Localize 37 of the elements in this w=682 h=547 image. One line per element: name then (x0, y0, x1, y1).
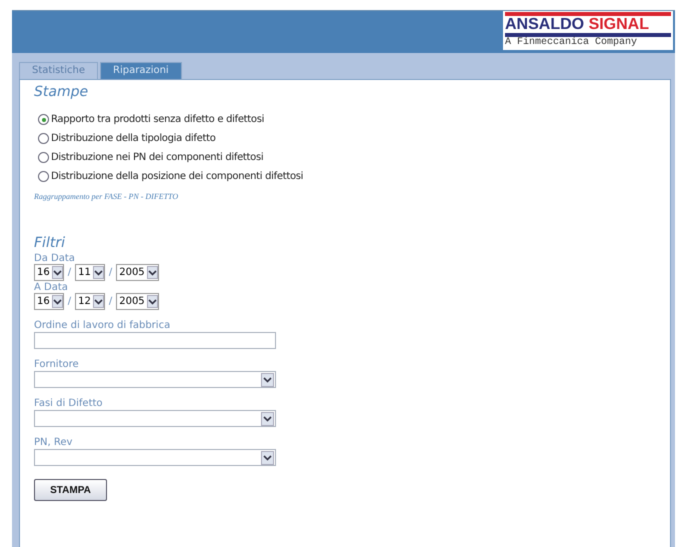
option-label: Rapporto tra prodotti senza difetto e difettosi (51, 114, 264, 125)
option-label: Distribuzione della tipologia difetto (51, 133, 216, 144)
dropdown-field[interactable] (34, 371, 276, 388)
option-label: Distribuzione della posizione dei componenti difettosi (51, 171, 304, 182)
field-label: Da Data (34, 253, 76, 264)
year-select[interactable]: 2005 (116, 264, 159, 281)
date-separator: / (108, 267, 112, 278)
print-button[interactable]: STAMPA (34, 479, 107, 501)
radio-button[interactable] (38, 114, 49, 125)
dropdown-field[interactable] (34, 449, 276, 466)
option-label: Distribuzione nei PN dei componenti difettosi (51, 152, 264, 163)
company-logo: ANSALDO SIGNAL A Finmeccanica Company (503, 11, 673, 50)
section-title: Filtri (34, 235, 66, 251)
date-separator: / (108, 296, 112, 307)
field-label: Ordine di lavoro di fabbrica (34, 320, 172, 331)
dropdown-field[interactable] (34, 410, 276, 427)
day-select[interactable]: 16 (34, 293, 64, 310)
year-select[interactable]: 2005 (116, 293, 159, 310)
radio-option[interactable]: Distribuzione della tipologia difetto (38, 129, 656, 148)
month-select[interactable]: 11 (75, 264, 105, 281)
radio-button[interactable] (38, 152, 49, 163)
radio-option[interactable]: Distribuzione della posizione dei componenti difettosi (38, 167, 656, 186)
field-label: Fornitore (34, 359, 80, 370)
grouping-note: Raggruppamento per FASE - PN - DIFETTO (34, 192, 180, 201)
day-select[interactable]: 16 (34, 264, 64, 281)
month-select[interactable]: 12 (75, 293, 105, 310)
input-field[interactable] (34, 332, 276, 349)
section-title: Stampe (34, 84, 90, 100)
radio-button[interactable] (38, 171, 49, 182)
field-label: PN, Rev (34, 437, 74, 448)
date-separator: / (68, 267, 72, 278)
radio-option[interactable]: Rapporto tra prodotti senza difetto e difettosi (38, 110, 656, 129)
field-label: A Data (34, 282, 69, 293)
radio-option[interactable]: Distribuzione nei PN dei componenti difettosi (38, 148, 656, 167)
radio-button[interactable] (38, 133, 49, 144)
field-label: Fasi di Difetto (34, 398, 104, 409)
date-separator: / (68, 296, 72, 307)
